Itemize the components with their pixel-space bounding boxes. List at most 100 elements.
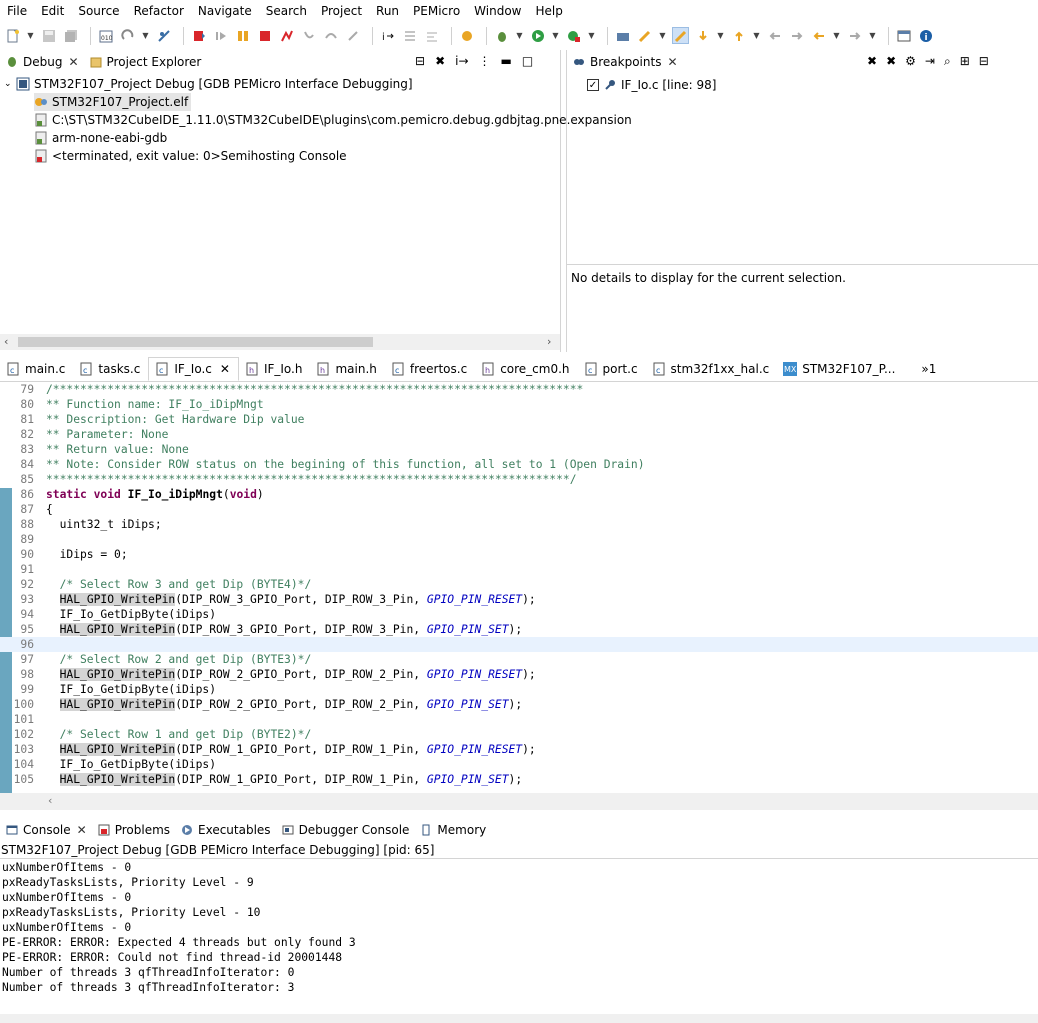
save-icon[interactable] <box>40 27 57 44</box>
code-line[interactable]: 83 ** Return value: None <box>0 442 1038 457</box>
code-line[interactable]: 88 uint32_t iDips; <box>0 517 1038 532</box>
tab-problems[interactable]: Problems <box>92 819 175 841</box>
code-line[interactable]: 89 <box>0 532 1038 547</box>
goto-file-icon[interactable]: ⇥ <box>925 54 935 69</box>
close-icon[interactable]: ✕ <box>667 55 677 69</box>
menu-project[interactable]: Project <box>314 4 369 18</box>
minimize-icon[interactable]: ▬ <box>501 54 512 68</box>
code-line[interactable]: 96 <box>0 637 1038 652</box>
menu-search[interactable]: Search <box>259 4 314 18</box>
code-line[interactable]: 82 ** Parameter: None <box>0 427 1038 442</box>
new-icon[interactable] <box>4 27 21 44</box>
code-line[interactable]: 81 ** Description: Get Hardware Dip value <box>0 412 1038 427</box>
tab-if-io-c[interactable]: c IF_Io.c ✕ <box>148 357 239 381</box>
chevron-down-icon[interactable]: ▼ <box>587 27 596 44</box>
chevron-down-icon[interactable]: ▼ <box>716 27 725 44</box>
code-line[interactable]: 99 IF_Io_GetDipByte(iDips) <box>0 682 1038 697</box>
code-line[interactable]: 97 /* Select Row 2 and get Dip (BYTE3)*/ <box>0 652 1038 667</box>
suspend-icon[interactable] <box>234 27 251 44</box>
console-scrollbar[interactable] <box>0 1014 1038 1023</box>
tab-memory[interactable]: Memory <box>414 819 491 841</box>
menu-help[interactable]: Help <box>529 4 570 18</box>
tab-debug[interactable]: Debug ✕ <box>0 51 84 73</box>
checkbox-checked[interactable]: ✓ <box>587 79 599 91</box>
collapse-all-icon[interactable]: ⊟ <box>979 54 989 69</box>
menu-navigate[interactable]: Navigate <box>191 4 259 18</box>
tree-item-gdb[interactable]: arm-none-eabi-gdb <box>34 129 167 147</box>
code-line[interactable]: 92 /* Select Row 3 and get Dip (BYTE4)*/ <box>0 577 1038 592</box>
code-line[interactable]: 93 HAL_GPIO_WritePin(DIP_ROW_3_GPIO_Port… <box>0 592 1038 607</box>
view-menu-icon[interactable]: ⋮ <box>479 54 491 68</box>
code-editor[interactable]: 79 /*************************************… <box>0 383 1038 793</box>
restart-icon[interactable] <box>423 27 440 44</box>
menu-run[interactable]: Run <box>369 4 406 18</box>
show-supported-icon[interactable]: ⚙ <box>905 54 916 69</box>
external-tools-icon[interactable] <box>565 27 582 44</box>
tree-item-elf[interactable]: STM32F107_Project.elf <box>34 93 192 111</box>
open-type-icon[interactable] <box>614 27 631 44</box>
tab-project-explorer[interactable]: Project Explorer <box>84 51 207 73</box>
chevron-left-icon[interactable]: ‹ <box>4 335 8 348</box>
chevron-down-icon[interactable]: ▼ <box>515 27 524 44</box>
run-icon[interactable] <box>529 27 546 44</box>
back-icon[interactable] <box>810 27 827 44</box>
step-over-icon[interactable] <box>322 27 339 44</box>
tab-core-cm0-h[interactable]: h core_cm0.h <box>475 357 577 381</box>
tab-console[interactable]: Console ✕ <box>0 819 92 841</box>
breakpoint-item[interactable]: ✓ IF_Io.c [line: 98] <box>587 76 716 94</box>
code-line[interactable]: 95 HAL_GPIO_WritePin(DIP_ROW_3_GPIO_Port… <box>0 622 1038 637</box>
tab-stm32f107-ioc[interactable]: MX STM32F107_P... <box>777 357 903 381</box>
remove-all-icon[interactable]: ✖ <box>886 54 896 69</box>
disconnect-icon[interactable] <box>278 27 295 44</box>
code-line[interactable]: 85 **************************************… <box>0 472 1038 487</box>
tab-main-c[interactable]: c main.c <box>0 357 73 381</box>
expand-all-icon[interactable]: ⊞ <box>960 54 970 69</box>
chevron-right-icon[interactable]: › <box>547 335 551 348</box>
pen-icon[interactable] <box>636 27 653 44</box>
tree-item-semihosting[interactable]: <terminated, exit value: 0>Semihosting C… <box>34 147 347 165</box>
instruction-stepping-icon[interactable]: i <box>379 27 396 44</box>
code-line[interactable]: 80 ** Function name: IF_Io_iDipMngt <box>0 397 1038 412</box>
code-line[interactable]: 102 /* Select Row 1 and get Dip (BYTE2)*… <box>0 727 1038 742</box>
tab-main-h[interactable]: h main.h <box>310 357 384 381</box>
tab-debugger-console[interactable]: Debugger Console <box>276 819 415 841</box>
close-icon[interactable]: ✕ <box>77 823 87 837</box>
code-line[interactable]: 104 IF_Io_GetDipByte(iDips) <box>0 757 1038 772</box>
skip-all-icon[interactable]: ⌕ <box>944 54 951 69</box>
chevron-down-icon[interactable]: ▼ <box>141 27 150 44</box>
step-return-icon[interactable] <box>344 27 361 44</box>
menu-source[interactable]: Source <box>71 4 126 18</box>
code-line[interactable]: 90 iDips = 0; <box>0 547 1038 562</box>
tab-breakpoints[interactable]: Breakpoints ✕ <box>567 51 683 73</box>
chevron-down-icon[interactable]: ▼ <box>752 27 761 44</box>
close-icon[interactable]: ✕ <box>220 362 230 376</box>
menu-edit[interactable]: Edit <box>34 4 71 18</box>
highlight-icon[interactable] <box>672 27 689 44</box>
more-tabs-button[interactable]: »1 <box>903 357 944 381</box>
code-line[interactable]: 91 <box>0 562 1038 577</box>
debug-bug-icon[interactable] <box>493 27 510 44</box>
list-icon[interactable] <box>401 27 418 44</box>
remove-icon[interactable]: ✖ <box>867 54 877 69</box>
scrollbar-thumb[interactable] <box>18 337 373 347</box>
code-line[interactable]: 84 ** Note: Consider ROW status on the be… <box>0 457 1038 472</box>
binary-icon[interactable]: 010 <box>97 27 114 44</box>
save-all-icon[interactable] <box>62 27 79 44</box>
close-icon[interactable]: ✕ <box>68 55 78 69</box>
skip-breakpoints-icon[interactable] <box>155 27 172 44</box>
menu-window[interactable]: Window <box>467 4 528 18</box>
tab-port-c[interactable]: c port.c <box>578 357 646 381</box>
resume-icon[interactable] <box>212 27 229 44</box>
code-line[interactable]: 87 { <box>0 502 1038 517</box>
console-output[interactable]: uxNumberOfItems - 0 pxReadyTasksLists, Pr… <box>0 860 1038 1010</box>
code-line[interactable]: 105 HAL_GPIO_WritePin(DIP_ROW_1_GPIO_Por… <box>0 772 1038 787</box>
chevron-down-icon[interactable]: ▼ <box>26 27 35 44</box>
editor-horizontal-scrollbar[interactable]: ‹ <box>0 793 1038 810</box>
forward-icon[interactable] <box>846 27 863 44</box>
code-line[interactable]: 103 HAL_GPIO_WritePin(DIP_ROW_1_GPIO_Por… <box>0 742 1038 757</box>
info-icon[interactable]: i <box>917 27 934 44</box>
tab-freertos-c[interactable]: c freertos.c <box>385 357 475 381</box>
chevron-down-icon[interactable]: ▼ <box>658 27 667 44</box>
tab-if-io-h[interactable]: h IF_Io.h <box>239 357 311 381</box>
prev-annotation-icon[interactable] <box>730 27 747 44</box>
